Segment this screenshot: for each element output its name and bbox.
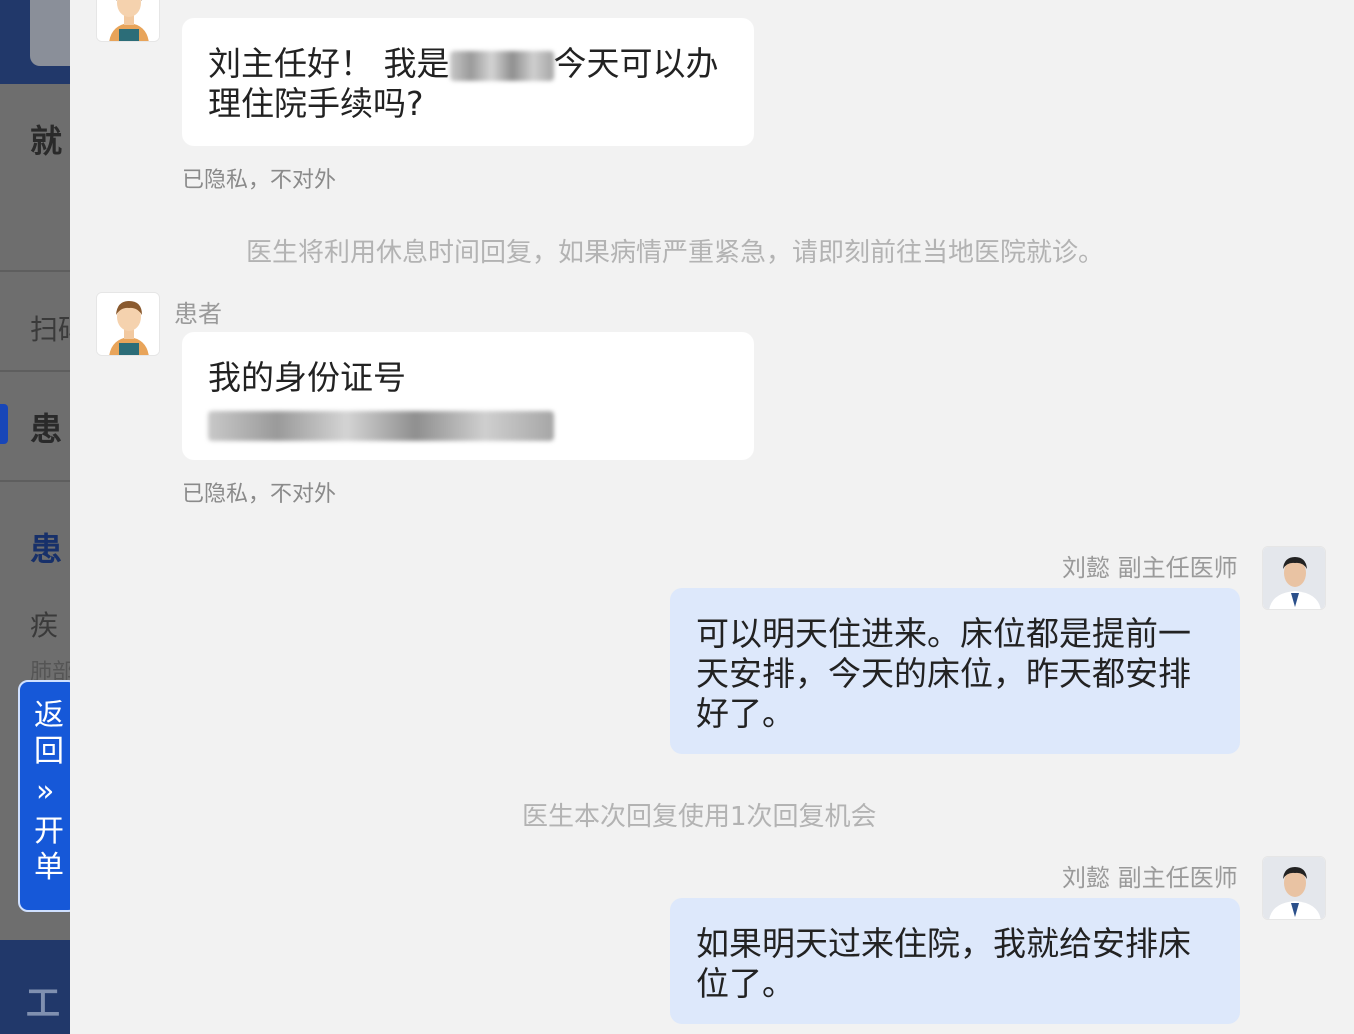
redacted-name xyxy=(449,50,554,81)
message-text: 我的身份证号 xyxy=(208,358,406,397)
doctor-message-bubble: 如果明天过来住院，我就给安排床位了。 xyxy=(670,898,1240,1024)
divider xyxy=(0,270,70,272)
sidebar-header-button[interactable] xyxy=(30,0,70,66)
patient-avatar[interactable] xyxy=(96,292,160,356)
back-to-order-button[interactable]: 返 回 » 开 单 xyxy=(18,680,78,912)
patient-avatar-icon xyxy=(97,293,159,355)
doctor-avatar-icon xyxy=(1263,547,1325,609)
sender-name: 刘懿 副主任医师 xyxy=(1062,864,1238,892)
message-text: 可以明天住进来。床位都是提前一天安排，今天的床位，昨天都安排好了。 xyxy=(696,614,1191,733)
message-text: 如果明天过来住院，我就给安排床位了。 xyxy=(696,924,1191,1003)
sidebar-label-visit: 就 xyxy=(30,122,63,160)
sidebar-item-scan[interactable]: 扫码 xyxy=(30,308,70,348)
system-notice: 医生本次回复使用1次回复机会 xyxy=(522,802,877,832)
divider xyxy=(0,370,70,372)
active-indicator xyxy=(0,404,8,444)
doctor-avatar[interactable] xyxy=(1262,546,1326,610)
doctor-avatar[interactable] xyxy=(1262,856,1326,920)
patient-message-bubble: 我的身份证号 xyxy=(182,332,754,460)
chat-panel: 刘主任好！ 我是 今天可以办 理住院手续吗? 已隐私，不对外 医生将利用休息时间回… xyxy=(70,0,1354,1034)
sidebar-label-disease: 疾 xyxy=(30,609,59,642)
sidebar-item-patient[interactable]: 患 xyxy=(30,404,62,450)
message-text: 刘主任好！ 我是 xyxy=(208,44,450,83)
message-text: 理住院手续吗? xyxy=(208,84,424,123)
divider xyxy=(0,480,70,482)
redacted-id-number xyxy=(208,410,554,441)
sender-name: 刘懿 副主任医师 xyxy=(1062,554,1238,582)
patient-avatar-icon xyxy=(97,0,159,41)
sidebar-header xyxy=(0,0,70,84)
message-text: 今天可以办 xyxy=(553,44,719,83)
sidebar-footer-label: 工 xyxy=(26,984,60,1024)
system-notice: 医生将利用休息时间回复，如果病情严重紧急，请即刻前往当地医院就诊。 xyxy=(246,238,1105,268)
doctor-message-bubble: 可以明天住进来。床位都是提前一天安排，今天的床位，昨天都安排好了。 xyxy=(670,588,1240,754)
privacy-note: 已隐私，不对外 xyxy=(182,168,337,193)
doctor-avatar-icon xyxy=(1263,857,1325,919)
patient-message-bubble: 刘主任好！ 我是 今天可以办 理住院手续吗? xyxy=(182,18,754,146)
privacy-note: 已隐私，不对外 xyxy=(182,482,337,507)
sender-name: 患者 xyxy=(174,300,222,328)
patient-avatar[interactable] xyxy=(96,0,160,42)
sidebar-section-patient: 患 xyxy=(30,530,63,568)
